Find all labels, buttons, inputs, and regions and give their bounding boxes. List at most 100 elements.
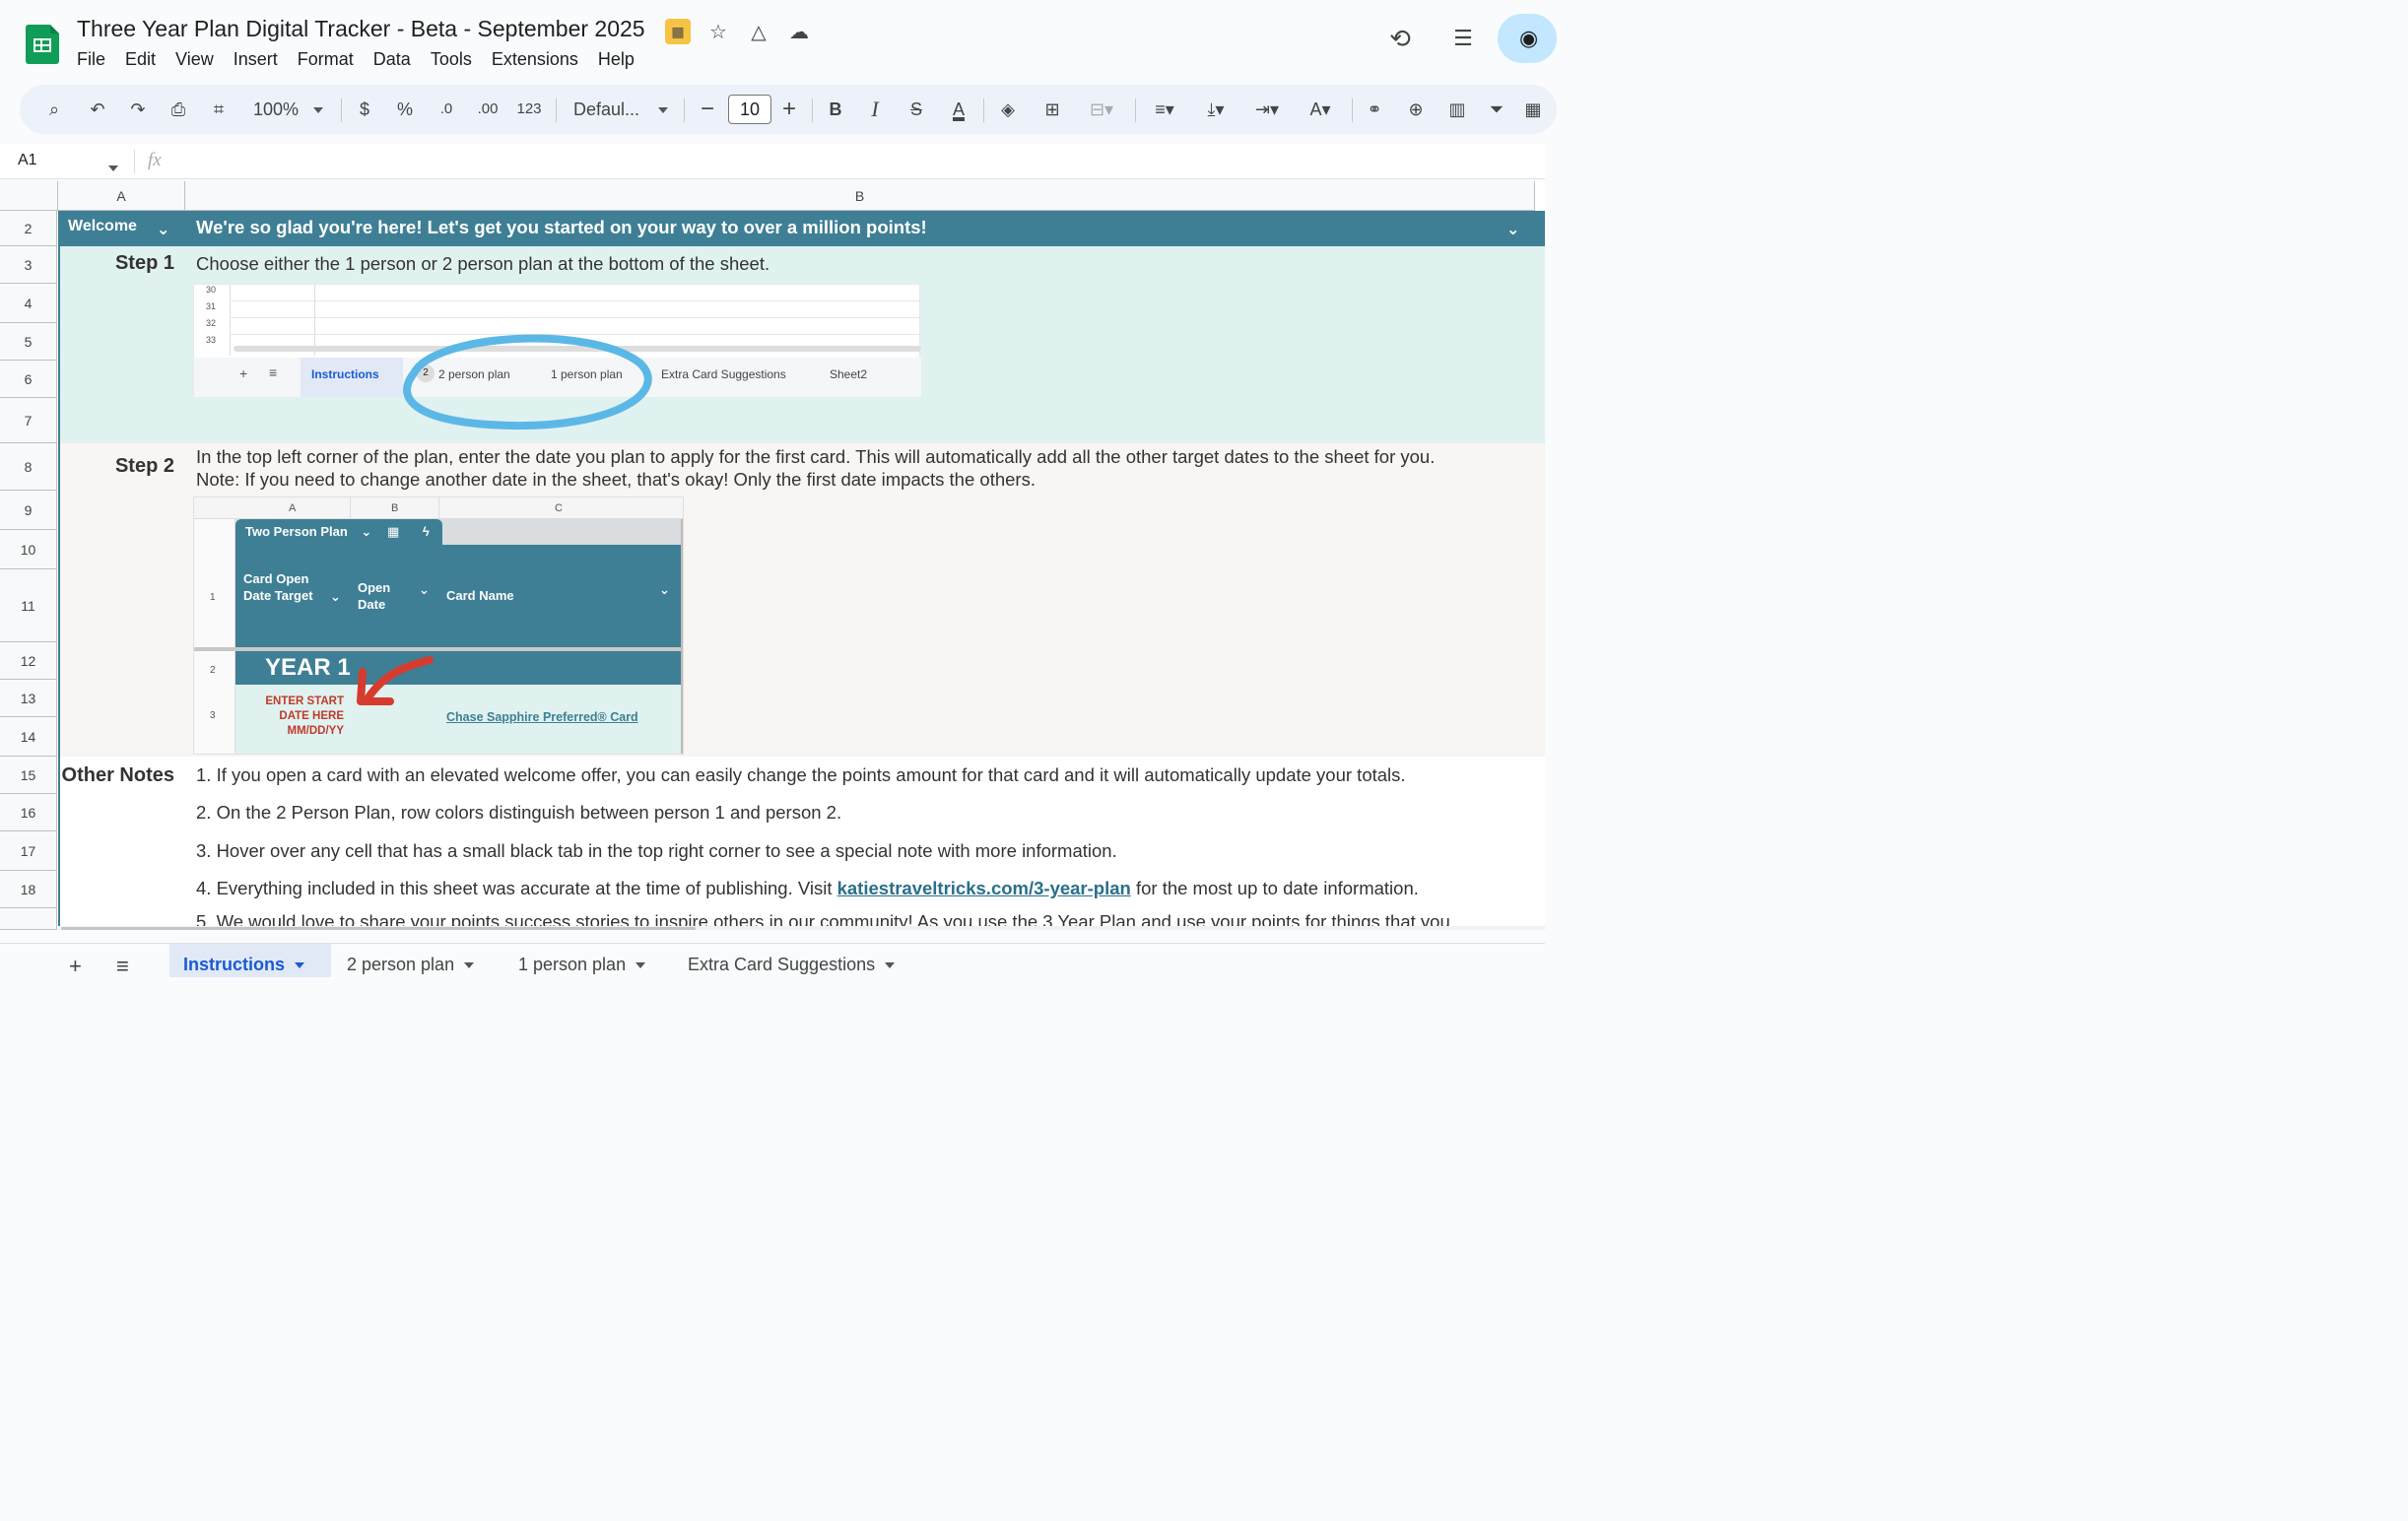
menu-edit[interactable]: Edit (115, 49, 166, 70)
increase-decimal-button[interactable]: .00 (473, 85, 502, 134)
print-icon[interactable]: ⎙ (166, 85, 191, 134)
bold-button[interactable]: B (826, 85, 845, 134)
row-number: 30 (206, 285, 217, 295)
chevron-down-icon: ⌄ (419, 582, 430, 597)
column-header: A (289, 502, 297, 514)
merge-cells-icon[interactable]: ⊟▾ (1082, 85, 1121, 134)
document-title[interactable]: Three Year Plan Digital Tracker - Beta -… (77, 16, 645, 42)
menu-help[interactable]: Help (588, 49, 644, 70)
decrease-font-size-icon[interactable]: − (698, 85, 717, 134)
column-header-a[interactable]: A (58, 181, 185, 211)
row-header[interactable]: 15 (0, 757, 57, 794)
row-number: 32 (206, 318, 217, 328)
select-all-corner[interactable] (0, 181, 58, 211)
menu-tools[interactable]: Tools (421, 49, 482, 70)
undo-icon[interactable]: ↶ (85, 85, 110, 134)
percent-format-button[interactable]: % (394, 85, 416, 134)
welcome-text: We're so glad you're here! Let's get you… (196, 217, 927, 237)
row-header[interactable]: 16 (0, 794, 57, 831)
table-name-chip[interactable]: Welcome (68, 218, 137, 235)
step-2-line-1: In the top left corner of the plan, ente… (196, 446, 1436, 467)
font-caret-icon[interactable] (656, 85, 670, 134)
zoom-select[interactable]: 100% (246, 85, 305, 134)
add-sheet-icon[interactable]: + (69, 954, 82, 979)
tab-2-person-plan[interactable]: 2 person plan (333, 944, 488, 977)
row-header[interactable]: 6 (0, 361, 57, 398)
tab-1-person-plan[interactable]: 1 person plan (504, 944, 659, 977)
row-header[interactable]: 11 (0, 569, 57, 642)
text-color-button[interactable]: A (944, 85, 973, 134)
vertical-align-icon[interactable]: ⤓▾ (1196, 85, 1236, 134)
menu-view[interactable]: View (166, 49, 224, 70)
star-icon[interactable]: ☆ (705, 20, 731, 45)
name-box-caret-icon[interactable] (108, 160, 118, 177)
tab-instructions[interactable]: Instructions (169, 944, 331, 977)
chevron-down-icon[interactable]: ⌄ (157, 220, 169, 239)
plan-link[interactable]: katiestraveltricks.com/3-year-plan (837, 878, 1131, 898)
hidden-gridlines-icon[interactable]: ▦ (665, 19, 691, 44)
currency-format-button[interactable]: $ (355, 85, 374, 134)
filter-icon[interactable]: ⏷ (1484, 85, 1509, 134)
row-header[interactable]: 4 (0, 284, 57, 323)
row-header[interactable]: 17 (0, 831, 57, 871)
menu-file[interactable]: File (67, 49, 115, 70)
row-header[interactable]: 2 (0, 211, 57, 246)
zoom-caret-icon[interactable] (311, 85, 325, 134)
row-header[interactable]: 8 (0, 443, 57, 491)
chevron-down-icon: ⌄ (330, 589, 341, 604)
redo-icon[interactable]: ↷ (125, 85, 151, 134)
search-menus-icon[interactable]: ⌕ (41, 85, 67, 134)
horizontal-align-icon[interactable]: ≡▾ (1145, 85, 1184, 134)
name-box[interactable]: A1 (18, 152, 37, 169)
insert-chart-icon[interactable]: ▥ (1444, 85, 1470, 134)
chevron-down-icon: ⌄ (659, 582, 670, 597)
column-title: Card Open Date Target (243, 571, 313, 603)
row-header[interactable]: 9 (0, 491, 57, 530)
tab-label: Extra Card Suggestions (661, 367, 786, 381)
move-to-drive-icon[interactable]: △ (746, 20, 771, 45)
note-4: 4. Everything included in this sheet was… (196, 878, 1419, 898)
tab-label: Sheet2 (830, 367, 868, 381)
menu-format[interactable]: Format (288, 49, 364, 70)
menu-insert[interactable]: Insert (224, 49, 288, 70)
menu-extensions[interactable]: Extensions (482, 49, 588, 70)
menu-data[interactable]: Data (364, 49, 421, 70)
row-header[interactable]: 5 (0, 323, 57, 361)
strikethrough-button[interactable]: S (905, 85, 927, 134)
column-header-b[interactable]: B (185, 181, 1535, 211)
menu-bar: File Edit View Insert Format Data Tools … (67, 49, 644, 70)
row-header[interactable]: 18 (0, 871, 57, 908)
insert-link-icon[interactable]: ⚭ (1362, 85, 1387, 134)
row-header[interactable]: 12 (0, 642, 57, 680)
cloud-status-icon[interactable]: ☁ (786, 20, 812, 45)
formula-bar: A1 fx (0, 144, 1545, 179)
text-rotation-icon[interactable]: A▾ (1301, 85, 1340, 134)
italic-button[interactable]: I (865, 85, 885, 134)
row-header[interactable]: 13 (0, 680, 57, 717)
insert-comment-icon[interactable]: ⊕ (1403, 85, 1429, 134)
font-family-select[interactable]: Defaul... (573, 85, 642, 134)
row-header[interactable]: 10 (0, 530, 57, 569)
table-view-icon[interactable]: ▦ (1521, 85, 1545, 134)
sheets-logo-icon[interactable] (26, 25, 59, 64)
comments-icon[interactable]: ☰ (1450, 26, 1476, 51)
version-history-icon[interactable]: ⟲ (1387, 26, 1413, 51)
tab-extra-card-suggestions[interactable]: Extra Card Suggestions (674, 944, 908, 977)
chevron-down-icon: ⌄ (361, 524, 372, 539)
fill-color-icon[interactable]: ◈ (995, 85, 1021, 134)
row-header[interactable]: 3 (0, 246, 57, 284)
borders-icon[interactable]: ⊞ (1039, 85, 1065, 134)
paint-format-icon[interactable]: ⌗ (206, 85, 232, 134)
increase-font-size-icon[interactable]: + (778, 85, 800, 134)
text-wrapping-icon[interactable]: ⇥▾ (1247, 85, 1287, 134)
row-header[interactable]: 7 (0, 398, 57, 443)
chevron-down-icon[interactable]: ⌄ (1506, 220, 1519, 239)
decrease-decimal-button[interactable]: .0 (434, 85, 459, 134)
share-button[interactable]: ◉ (1498, 14, 1557, 63)
horizontal-scrollbar[interactable] (61, 927, 696, 930)
row-header[interactable]: 14 (0, 717, 57, 757)
more-formats-button[interactable]: 123 (514, 85, 544, 134)
column-header: B (391, 502, 399, 514)
font-size-input[interactable]: 10 (728, 95, 771, 124)
all-sheets-icon[interactable]: ≡ (116, 954, 129, 979)
